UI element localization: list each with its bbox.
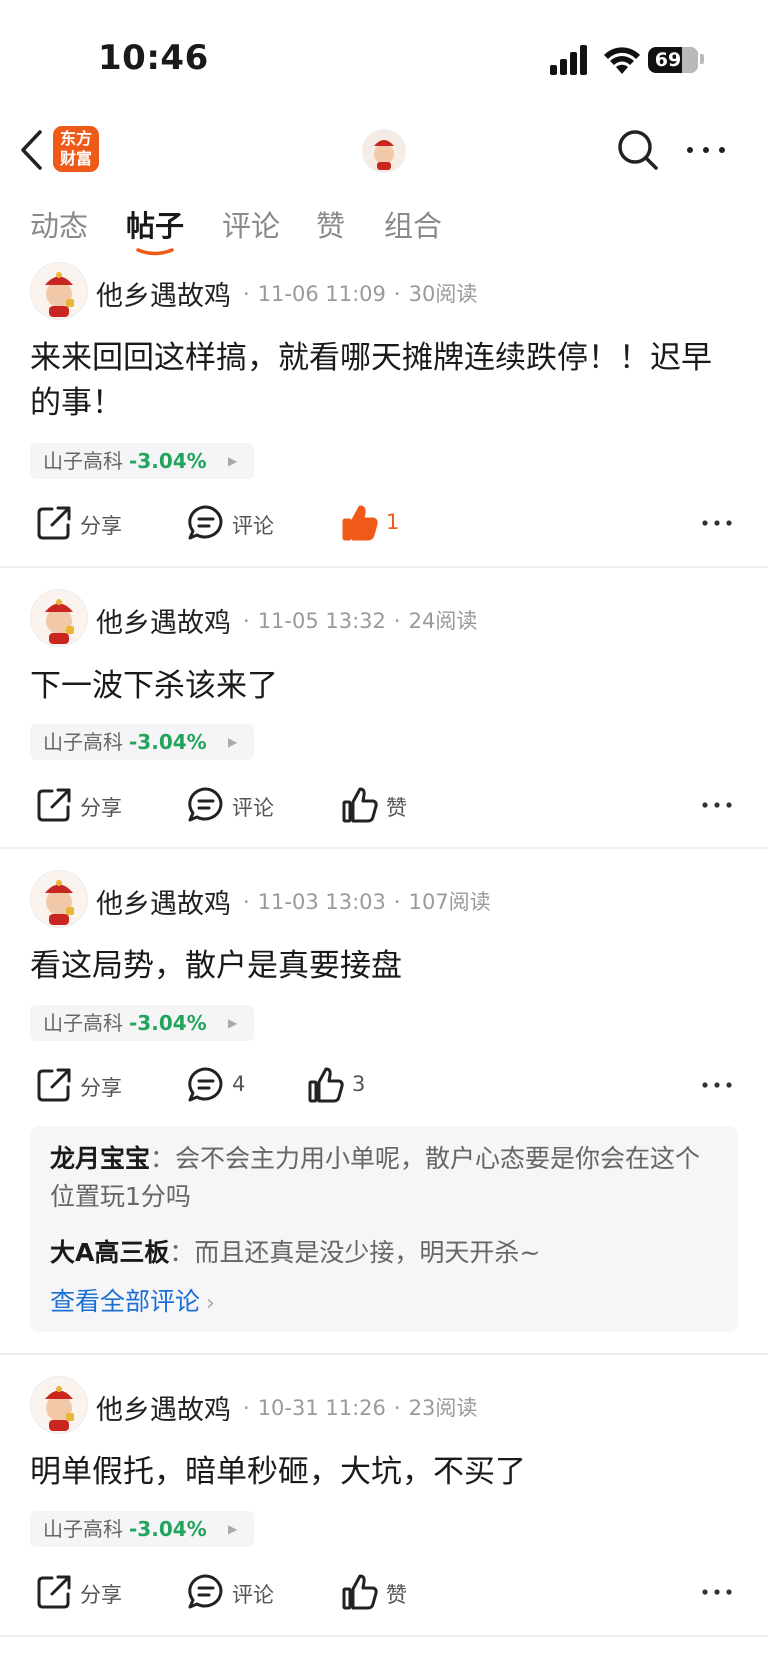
comment-count: 评论 xyxy=(232,1583,274,1607)
author-name[interactable]: 他乡遇故鸡 xyxy=(96,274,231,313)
caret-right-icon: ▶ xyxy=(228,454,238,468)
comment-count: 评论 xyxy=(232,514,274,538)
tab-portfolio[interactable]: 组合 xyxy=(384,203,442,245)
stock-tag[interactable]: 山子高科 -3.04% ▶ xyxy=(30,1005,254,1041)
author-avatar[interactable] xyxy=(30,589,88,647)
stock-name: 山子高科 xyxy=(43,1517,123,1541)
comment-count: 评论 xyxy=(232,796,274,820)
post-more-icon[interactable] xyxy=(702,1587,732,1597)
active-tab-indicator xyxy=(136,248,174,256)
author-name[interactable]: 他乡遇故鸡 xyxy=(96,882,231,921)
comment-user[interactable]: 龙月宝宝 xyxy=(50,1144,150,1173)
post-more-icon[interactable] xyxy=(702,518,732,528)
author-avatar[interactable] xyxy=(30,262,88,320)
author-avatar[interactable] xyxy=(30,1376,88,1434)
post-time: 11-05 13:32 xyxy=(257,609,386,633)
app-logo[interactable]: 东方 财富 xyxy=(53,126,99,172)
post-meta: · 10-31 11:26 · 23阅读 xyxy=(243,1396,478,1420)
signal-icon xyxy=(550,45,587,75)
stock-change: -3.04% xyxy=(129,730,207,754)
post-content[interactable]: 来来回回这样搞，就看哪天摊牌连续跌停！！迟早的事！ xyxy=(30,336,735,426)
like-count: 赞 xyxy=(386,1583,407,1607)
share-label: 分享 xyxy=(80,796,122,820)
caret-right-icon: ▶ xyxy=(228,1522,238,1536)
view-all-comments-link[interactable]: 查看全部评论 › xyxy=(50,1282,215,1318)
status-time: 10:46 xyxy=(98,38,209,78)
post-time: 11-06 11:09 xyxy=(257,282,386,306)
post-divider xyxy=(0,847,768,849)
post-time: 10-31 11:26 xyxy=(257,1396,386,1420)
tab-dynamic[interactable]: 动态 xyxy=(30,203,88,245)
stock-change: -3.04% xyxy=(129,1011,207,1035)
share-icon xyxy=(37,788,71,822)
share-icon xyxy=(37,506,71,540)
share-label: 分享 xyxy=(80,1583,122,1607)
battery-icon: 69 xyxy=(648,47,698,73)
caret-right-icon: ▶ xyxy=(228,735,238,749)
post-content[interactable]: 下一波下杀该来了 xyxy=(30,664,735,709)
post-meta: · 11-03 13:03 · 107阅读 xyxy=(243,890,491,914)
wifi-icon xyxy=(604,47,640,74)
stock-change: -3.04% xyxy=(129,449,207,473)
stock-name: 山子高科 xyxy=(43,1011,123,1035)
tab-comments[interactable]: 评论 xyxy=(222,203,280,245)
share-icon xyxy=(37,1068,71,1102)
share-label: 分享 xyxy=(80,1076,122,1100)
share-icon xyxy=(37,1575,71,1609)
post-meta: · 11-05 13:32 · 24阅读 xyxy=(243,609,478,633)
comment-icon xyxy=(188,505,223,540)
tab-bar: 动态 帖子 评论 赞 组合 xyxy=(0,203,768,256)
stock-tag[interactable]: 山子高科 -3.04% ▶ xyxy=(30,1511,254,1547)
share-label: 分享 xyxy=(80,514,122,538)
post-meta: · 11-06 11:09 · 30阅读 xyxy=(243,282,478,306)
post-more-icon[interactable] xyxy=(702,1080,732,1090)
author-name[interactable]: 他乡遇故鸡 xyxy=(96,601,231,640)
caret-right-icon: ▶ xyxy=(228,1016,238,1030)
comment-icon xyxy=(188,1574,223,1609)
like-count: 1 xyxy=(386,510,400,534)
read-count: 23阅读 xyxy=(408,1396,478,1420)
read-count: 107阅读 xyxy=(408,890,491,914)
thumbs-up-icon xyxy=(342,505,378,541)
thumbs-up-icon xyxy=(308,1067,344,1103)
profile-avatar[interactable] xyxy=(362,129,406,173)
like-count: 3 xyxy=(352,1072,366,1096)
comment-item[interactable]: 大A高三板：而且还真是没少接，明天开杀~ xyxy=(50,1234,710,1272)
read-count: 24阅读 xyxy=(408,609,478,633)
post-more-icon[interactable] xyxy=(702,800,732,810)
post-divider xyxy=(0,566,768,568)
search-icon[interactable] xyxy=(616,128,660,172)
comment-preview[interactable]: 龙月宝宝：会不会主力用小单呢，散户心态要是你会在这个位置玩1分吗大A高三板：而且… xyxy=(30,1126,738,1332)
comment-count: 4 xyxy=(232,1072,246,1096)
stock-change: -3.04% xyxy=(129,1517,207,1541)
comment-user[interactable]: 大A高三板 xyxy=(50,1238,169,1267)
stock-name: 山子高科 xyxy=(43,730,123,754)
read-count: 30阅读 xyxy=(408,282,478,306)
stock-name: 山子高科 xyxy=(43,449,123,473)
status-icons: 69 xyxy=(550,44,704,76)
post-time: 11-03 13:03 xyxy=(257,890,386,914)
comment-item[interactable]: 龙月宝宝：会不会主力用小单呢，散户心态要是你会在这个位置玩1分吗 xyxy=(50,1140,710,1216)
chevron-right-icon: › xyxy=(206,1291,215,1316)
post-divider xyxy=(0,1353,768,1355)
stock-tag[interactable]: 山子高科 -3.04% ▶ xyxy=(30,443,254,479)
post-content[interactable]: 看这局势，散户是真要接盘 xyxy=(30,944,735,989)
author-name[interactable]: 他乡遇故鸡 xyxy=(96,1388,231,1427)
post-content[interactable]: 明单假托，暗单秒砸，大坑，不买了 xyxy=(30,1450,735,1495)
post-divider xyxy=(0,1635,768,1637)
tab-posts[interactable]: 帖子 xyxy=(126,203,184,245)
like-count: 赞 xyxy=(386,796,407,820)
tab-likes[interactable]: 赞 xyxy=(316,203,345,245)
battery-level: 69 xyxy=(654,49,682,71)
comment-icon xyxy=(188,1067,223,1102)
comment-text: 而且还真是没少接，明天开杀~ xyxy=(194,1238,541,1267)
comment-icon xyxy=(188,787,223,822)
more-icon[interactable] xyxy=(686,140,726,160)
author-avatar[interactable] xyxy=(30,870,88,928)
thumbs-up-icon xyxy=(342,1574,378,1610)
stock-tag[interactable]: 山子高科 -3.04% ▶ xyxy=(30,724,254,760)
back-icon[interactable] xyxy=(18,128,46,172)
thumbs-up-icon xyxy=(342,787,378,823)
